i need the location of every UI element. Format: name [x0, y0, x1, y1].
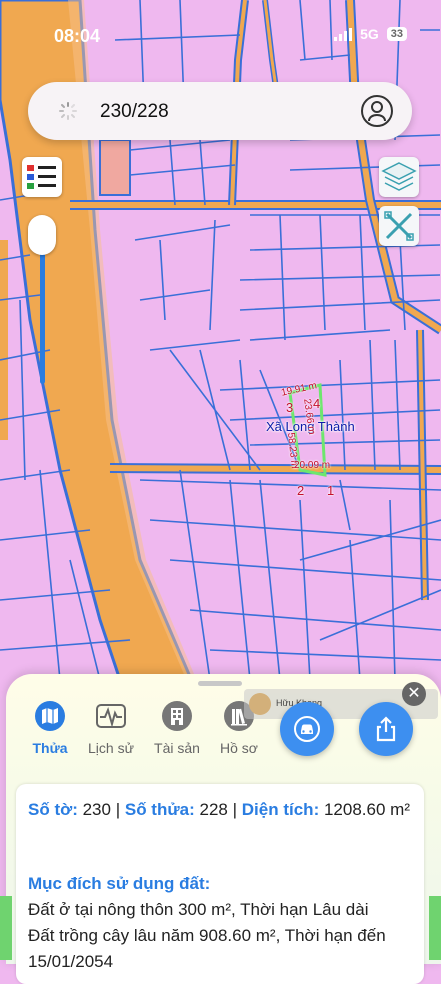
- edge-decoration: [429, 896, 441, 960]
- separator: |: [115, 800, 121, 819]
- sheet-number-label: Số tờ:: [28, 800, 78, 819]
- tab-lich-su[interactable]: Lịch sử: [83, 700, 139, 756]
- land-use-line: Đất ở tại nông thôn 300 m², Thời hạn Lâu…: [28, 900, 369, 919]
- share-button[interactable]: [359, 702, 413, 756]
- area-value: 1208.60: [323, 800, 386, 819]
- battery-icon: 33: [386, 27, 407, 41]
- parcel-corner-label: 4: [313, 396, 321, 411]
- area-label: Diện tích:: [241, 800, 320, 819]
- close-overlay-button[interactable]: ✕: [402, 682, 426, 706]
- tab-thua[interactable]: Thửa: [22, 700, 78, 756]
- car-icon: [294, 716, 320, 742]
- status-bar: 08:04 5G 33: [0, 18, 441, 48]
- signal-icon: [334, 27, 353, 41]
- user-profile-icon[interactable]: [360, 94, 394, 128]
- loading-spinner-icon: [59, 102, 77, 120]
- activity-icon: [96, 704, 126, 728]
- legend-button[interactable]: [22, 157, 62, 197]
- opacity-slider[interactable]: [28, 215, 56, 385]
- network-label: 5G: [360, 26, 379, 42]
- land-use-purpose-label: Mục đích sử dụng đất:: [28, 874, 211, 893]
- directions-button[interactable]: [280, 702, 334, 756]
- parcel-number-label: Số thửa:: [124, 800, 195, 819]
- area-unit: m²: [390, 800, 410, 819]
- sheet-drag-handle[interactable]: [198, 681, 242, 686]
- parcel-corner-label: 3: [286, 400, 294, 415]
- separator: |: [232, 800, 238, 819]
- status-time: 08:04: [54, 26, 101, 46]
- land-use-line: Đất trồng cây lâu năm 908.60 m², Thời hạ…: [28, 926, 386, 945]
- sheet-number-value: 230: [82, 800, 111, 819]
- tab-label: Hồ sơ: [220, 740, 258, 756]
- slider-track[interactable]: [40, 239, 45, 384]
- land-use-line: 15/01/2054: [28, 952, 114, 971]
- parcel-info-card: Số tờ: 230 | Số thửa: 228 | Diện tích: 1…: [16, 784, 424, 984]
- parcel-corner-label: 1: [327, 483, 335, 498]
- edge-decoration: [0, 896, 12, 960]
- tab-tai-san[interactable]: Tài sản: [149, 700, 205, 756]
- map-icon: [35, 701, 65, 731]
- search-bar[interactable]: [28, 82, 412, 140]
- parcel-dimension-label: 20.09 m: [294, 460, 331, 471]
- legend-list-icon: [27, 165, 56, 189]
- status-indicators: 5G 33: [334, 26, 407, 42]
- share-icon: [376, 716, 396, 742]
- parcel-summary: Số tờ: 230 | Số thửa: 228 | Diện tích: 1…: [28, 798, 418, 822]
- parcel-corner-label: 2: [297, 483, 305, 498]
- parcel-number-value: 228: [199, 800, 228, 819]
- layers-button[interactable]: [379, 157, 419, 197]
- measure-tools-button[interactable]: [379, 206, 419, 246]
- slider-thumb[interactable]: [28, 215, 56, 255]
- tab-label: Thửa: [32, 740, 68, 756]
- caller-avatar: [249, 693, 271, 715]
- layers-icon: [381, 162, 417, 191]
- search-input[interactable]: [98, 96, 352, 128]
- tab-label: Tài sản: [154, 740, 200, 756]
- tab-label: Lịch sử: [88, 740, 134, 756]
- building-icon: [162, 701, 192, 731]
- measure-tools-icon: [384, 211, 414, 241]
